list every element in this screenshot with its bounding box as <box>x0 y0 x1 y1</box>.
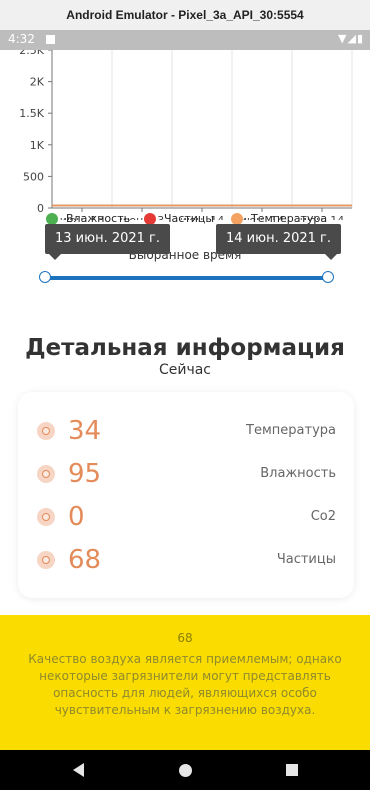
metric-value: 34 <box>68 416 102 446</box>
metric-name: Co2 <box>310 509 336 524</box>
details-title: Детальная информация <box>25 335 345 361</box>
y-tick-label: 1K <box>30 139 45 152</box>
navigation-bar <box>0 750 370 790</box>
metric-value: 0 <box>68 502 85 532</box>
metric-ring-icon <box>37 508 55 526</box>
metrics-card: 34 Температура 95 Влажность 0 Co2 68 Час… <box>18 392 354 598</box>
air-quality-index: 68 <box>177 631 193 645</box>
metric-row: 95 Влажность <box>18 454 354 494</box>
metric-name: Частицы <box>276 552 336 567</box>
status-icons: ▼◢▮ <box>338 32 364 45</box>
home-icon[interactable] <box>179 764 192 777</box>
date-range-slider-track[interactable] <box>45 276 328 280</box>
metric-ring-icon <box>37 422 55 440</box>
y-tick-label: 1.5K <box>19 107 44 120</box>
range-start-tooltip: 13 июн. 2021 г. <box>45 224 171 260</box>
metric-row: 34 Температура <box>18 411 354 451</box>
sensor-line-chart[interactable]: 05001K1.5K2K2.5Kиюн. 13июн. 13июн. 14июн… <box>0 50 370 220</box>
legend-dot-particles <box>144 212 156 225</box>
emulator-window-title: Android Emulator - Pixel_3a_API_30:5554 <box>0 0 370 30</box>
air-quality-message: Качество воздуха является приемлемым; од… <box>28 652 342 717</box>
status-bar: 4:32 ▼◢▮ <box>0 30 370 50</box>
metric-value: 68 <box>68 545 102 575</box>
signal-icon: ◢ <box>347 32 357 45</box>
battery-icon: ▮ <box>356 32 364 45</box>
back-icon[interactable] <box>73 763 84 777</box>
y-tick-label: 500 <box>23 170 44 183</box>
legend-dot-humidity <box>46 212 58 225</box>
metric-value: 95 <box>68 459 102 489</box>
legend-dot-temperature <box>231 212 243 225</box>
range-start-thumb[interactable] <box>39 271 51 283</box>
device-screen: 4:32 ▼◢▮ 05001K1.5K2K2.5Kиюн. 13июн. 13и… <box>0 30 370 790</box>
metric-row: 0 Co2 <box>18 497 354 537</box>
range-end-tooltip: 14 июн. 2021 г. <box>216 224 342 260</box>
y-tick-label: 2.5K <box>19 50 44 57</box>
notification-icon <box>46 35 55 44</box>
metric-name: Температура <box>246 423 336 438</box>
metric-ring-icon <box>37 465 55 483</box>
legend-label-particles: Частицы <box>164 212 215 225</box>
air-quality-banner: 68 Качество воздуха является приемлемым;… <box>0 615 370 750</box>
status-time: 4:32 <box>8 32 35 46</box>
y-tick-label: 2K <box>30 76 45 89</box>
details-subtitle: Сейчас <box>158 362 212 378</box>
range-end-thumb[interactable] <box>322 271 334 283</box>
metric-name: Влажность <box>260 466 336 481</box>
metric-row: 68 Частицы <box>18 540 354 580</box>
metric-ring-icon <box>37 551 55 569</box>
recents-icon[interactable] <box>286 764 298 776</box>
